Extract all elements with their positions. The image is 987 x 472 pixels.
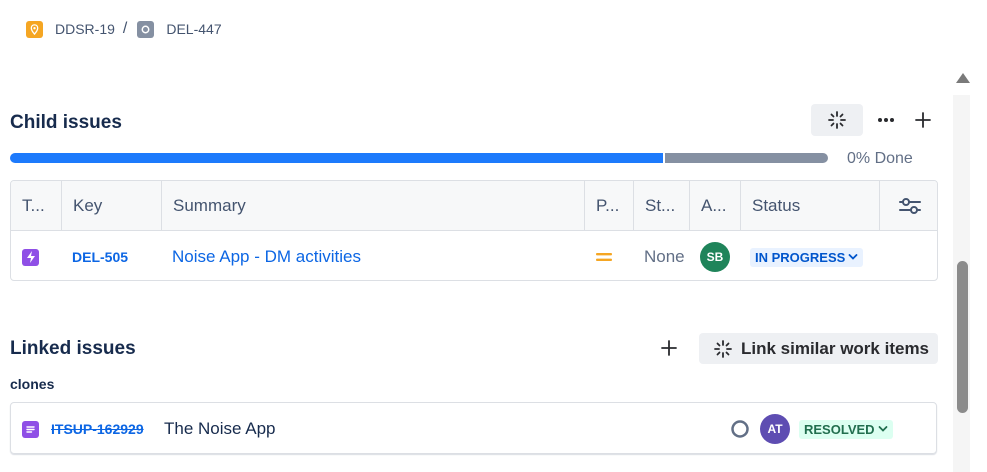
- row-type-cell: [22, 232, 39, 280]
- status-label: IN PROGRESS: [755, 249, 846, 265]
- linked-assignee-cell: AT: [760, 403, 790, 455]
- column-header-summary[interactable]: Summary: [162, 181, 585, 231]
- link-similar-work-items-button[interactable]: Link similar work items: [699, 333, 938, 364]
- chevron-down-icon: [878, 426, 887, 432]
- row-priority-cell: [596, 232, 612, 280]
- plus-icon: [915, 112, 931, 128]
- table-header: T... Key Summary P... St... A... Status: [11, 181, 937, 231]
- chevron-down-icon: [848, 254, 858, 260]
- ai-sparkle-icon: [828, 111, 846, 129]
- scroll-up-arrow-icon[interactable]: [956, 73, 970, 83]
- more-dots-icon: [878, 118, 894, 122]
- linked-issues-title: Linked issues: [10, 338, 136, 359]
- column-header-story-points[interactable]: St...: [634, 181, 690, 231]
- progress-label: 0% Done: [847, 150, 913, 167]
- breadcrumb-current-link[interactable]: DEL-447: [166, 21, 221, 37]
- issue-summary-link[interactable]: Noise App - DM activities: [172, 247, 361, 267]
- row-status-cell: IN PROGRESS: [750, 232, 864, 280]
- breadcrumb-separator: /: [122, 20, 128, 37]
- medium-priority-icon: [596, 253, 612, 261]
- link-similar-label: Link similar work items: [741, 338, 930, 358]
- scrollbar-thumb[interactable]: [957, 261, 968, 413]
- add-linked-issue-button[interactable]: [655, 334, 683, 362]
- assignee-avatar[interactable]: AT: [760, 414, 790, 444]
- breadcrumb-parent-link[interactable]: DDSR-19: [55, 21, 115, 37]
- status-label: RESOLVED: [804, 421, 875, 437]
- issue-key-link[interactable]: DEL-505: [72, 249, 128, 265]
- add-child-issue-button[interactable]: [909, 106, 937, 134]
- table-row[interactable]: DEL-505 Noise App - DM activities None S…: [11, 232, 937, 280]
- column-header-priority[interactable]: P...: [585, 181, 634, 231]
- sliders-icon: [898, 198, 921, 214]
- subtask-lightning-icon: [22, 248, 39, 266]
- linked-priority-cell: [730, 403, 750, 455]
- task-document-icon: [22, 420, 39, 438]
- more-actions-button[interactable]: [872, 106, 900, 134]
- column-header-type[interactable]: T...: [11, 181, 62, 231]
- assignee-avatar[interactable]: SB: [700, 242, 730, 272]
- child-issues-title: Child issues: [10, 112, 122, 133]
- column-header-assignee[interactable]: A...: [690, 181, 741, 231]
- row-assignee-cell: SB: [700, 232, 730, 280]
- linked-issue-key-link[interactable]: ITSUP-162929: [51, 421, 144, 437]
- breadcrumb: DDSR-19 / DEL-447: [26, 20, 222, 38]
- progress-done-segment: [10, 153, 663, 163]
- link-relation-label: clones: [10, 376, 55, 392]
- linked-type-cell: [22, 403, 39, 455]
- linked-key-cell: ITSUP-162929: [51, 403, 144, 455]
- column-settings-button[interactable]: [880, 181, 937, 231]
- linked-status-cell: RESOLVED: [799, 403, 893, 455]
- progress-remaining-segment: [665, 153, 828, 163]
- row-key-cell: DEL-505: [72, 232, 128, 280]
- column-header-key[interactable]: Key: [62, 181, 162, 231]
- status-dropdown[interactable]: IN PROGRESS: [750, 247, 864, 267]
- empty-circle-status-icon: [731, 420, 749, 438]
- plus-icon: [661, 340, 677, 356]
- square-target-icon: [137, 20, 155, 38]
- child-issues-table: T... Key Summary P... St... A... Status …: [10, 180, 938, 281]
- column-header-status[interactable]: Status: [741, 181, 880, 231]
- linked-issue-row[interactable]: ITSUP-162929 The Noise App AT RESOLVED: [10, 402, 937, 454]
- status-dropdown[interactable]: RESOLVED: [799, 419, 893, 439]
- location-pin-icon: [26, 20, 43, 38]
- ai-suggest-button[interactable]: [811, 104, 863, 136]
- row-summary-cell: Noise App - DM activities: [172, 232, 361, 280]
- ai-sparkle-icon: [714, 339, 732, 358]
- linked-issue-summary[interactable]: The Noise App: [164, 403, 276, 455]
- row-story-points-cell: None: [644, 247, 685, 266]
- child-issues-progress-bar: [10, 153, 828, 163]
